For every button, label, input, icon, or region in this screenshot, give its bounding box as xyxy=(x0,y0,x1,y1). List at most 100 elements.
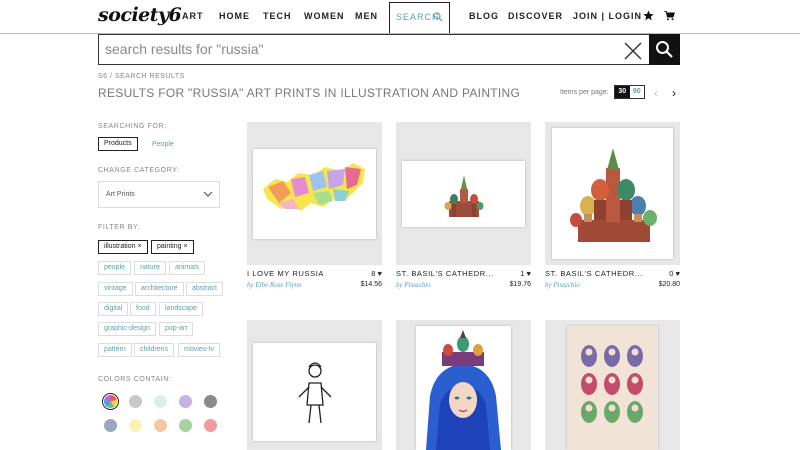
items-per-page-30[interactable]: 30 xyxy=(615,86,630,98)
color-swatch[interactable] xyxy=(101,392,120,411)
nav-tech[interactable]: TECH xyxy=(263,11,292,21)
filter-people[interactable]: people xyxy=(98,261,132,275)
color-swatch[interactable] xyxy=(204,419,217,432)
product-author[interactable]: by Elbe Rose Flynn xyxy=(247,281,302,289)
product-card[interactable] xyxy=(545,320,680,450)
chevron-down-icon xyxy=(203,191,213,197)
filter-food[interactable]: food xyxy=(130,302,156,316)
filter-vintage[interactable]: vintage xyxy=(98,282,133,296)
color-swatch[interactable] xyxy=(179,395,192,408)
nav-men[interactable]: MEN xyxy=(355,11,378,21)
items-per-page-label: Items per page: xyxy=(560,89,609,96)
likes-count: 1 xyxy=(520,269,525,278)
st-basils-cathedral-large xyxy=(570,148,657,242)
category-select-value: Art Prints xyxy=(106,191,135,198)
filter-by-label: FILTER BY: xyxy=(98,224,141,231)
heart-icon: ♥ xyxy=(377,269,382,278)
product-image[interactable] xyxy=(247,320,382,450)
filter-movies-tv[interactable]: movies-tv xyxy=(178,343,220,357)
russia-map-illustration xyxy=(263,163,365,211)
searching-for-people[interactable]: People xyxy=(152,141,174,148)
product-card[interactable]: ST. BASIL'S CATHEDR... 1 ♥ by Pistachio … xyxy=(396,122,531,297)
searching-for-products[interactable]: Products xyxy=(98,137,138,151)
items-per-page-toggle: 30 90 xyxy=(614,85,645,99)
product-author[interactable]: by Pistachio xyxy=(545,281,580,289)
nav-search-tab[interactable]: SEARCH xyxy=(389,2,450,34)
matryoshka-dolls-painting xyxy=(581,345,643,423)
color-swatch[interactable] xyxy=(154,419,167,432)
color-swatch[interactable] xyxy=(104,419,117,432)
product-author[interactable]: by Pistachio xyxy=(396,281,431,289)
stick-figure-drawing xyxy=(298,362,332,424)
product-price: $20.80 xyxy=(658,281,680,288)
color-swatch[interactable] xyxy=(154,395,167,408)
heart-icon: ♥ xyxy=(675,269,680,278)
searching-for-label: SEARCHING FOR: xyxy=(98,123,167,130)
filter-nature[interactable]: nature xyxy=(134,261,166,275)
likes-count: 8 xyxy=(371,269,376,278)
colors-contain-label: COLORS CONTAIN: xyxy=(98,376,172,383)
product-likes[interactable]: 1 ♥ xyxy=(520,269,531,278)
filter-childrens[interactable]: childrens xyxy=(134,343,175,357)
filter-animals[interactable]: animals xyxy=(169,261,206,275)
product-image[interactable] xyxy=(396,320,531,450)
product-title[interactable]: ST. BASIL'S CATHEDR... xyxy=(396,269,494,278)
product-image[interactable] xyxy=(396,122,531,265)
cart-icon[interactable] xyxy=(664,10,675,21)
join-login-link[interactable]: JOIN | LOGIN xyxy=(573,11,642,21)
woman-with-cathedral-crown-painting xyxy=(426,330,501,450)
nav-discover[interactable]: DISCOVER xyxy=(508,11,563,21)
nav-art[interactable]: ART xyxy=(182,11,204,21)
search-input[interactable] xyxy=(105,41,605,57)
star-icon[interactable] xyxy=(643,10,654,21)
clear-search-icon[interactable] xyxy=(623,41,643,61)
product-title[interactable]: ST. BASIL'S CATHEDR... xyxy=(545,269,643,278)
product-card[interactable]: ST. BASIL'S CATHEDR... 0 ♥ by Pistachio … xyxy=(545,122,680,297)
likes-count: 0 xyxy=(669,269,674,278)
color-swatch[interactable] xyxy=(129,419,142,432)
filter-graphic-design[interactable]: graphic-design xyxy=(98,322,156,336)
color-swatch[interactable] xyxy=(179,419,192,432)
filter-architecture[interactable]: architecture xyxy=(135,282,184,296)
search-icon xyxy=(433,12,443,22)
nav-blog[interactable]: BLOG xyxy=(469,11,499,21)
product-card[interactable] xyxy=(247,320,382,450)
product-title[interactable]: I LOVE MY RUSSIA xyxy=(247,269,324,278)
product-image[interactable] xyxy=(247,122,382,265)
nav-women[interactable]: WOMEN xyxy=(304,11,345,21)
society6-logo[interactable]: society6 xyxy=(98,4,182,26)
chevron-left-icon[interactable]: ‹ xyxy=(654,86,658,100)
product-image[interactable] xyxy=(545,122,680,265)
art-print-frame xyxy=(253,343,376,441)
search-icon xyxy=(656,41,673,58)
search-bar xyxy=(98,34,680,65)
active-filter-painting[interactable]: painting × xyxy=(151,240,194,254)
art-print-frame xyxy=(552,128,673,259)
product-image[interactable] xyxy=(545,320,680,450)
filter-abstract[interactable]: abstract xyxy=(186,282,223,296)
filter-pattern[interactable]: pattern xyxy=(98,343,132,357)
filter-digital[interactable]: digital xyxy=(98,302,129,316)
product-likes[interactable]: 0 ♥ xyxy=(669,269,680,278)
filter-pop-art[interactable]: pop-art xyxy=(159,322,194,336)
top-navigation: society6 ART HOME TECH WOMEN MEN SEARCH … xyxy=(0,0,800,34)
product-card[interactable]: I LOVE MY RUSSIA 8 ♥ by Elbe Rose Flynn … xyxy=(247,122,382,297)
change-category-label: CHANGE CATEGORY: xyxy=(98,167,180,174)
color-swatch[interactable] xyxy=(129,395,142,408)
category-select[interactable]: Art Prints xyxy=(98,181,220,208)
product-card[interactable] xyxy=(396,320,531,450)
heart-icon: ♥ xyxy=(526,269,531,278)
product-likes[interactable]: 8 ♥ xyxy=(371,269,382,278)
art-print-frame xyxy=(253,149,376,239)
art-print-frame xyxy=(402,161,525,227)
page-title: RESULTS FOR "RUSSIA" ART PRINTS IN ILLUS… xyxy=(98,86,521,100)
filter-landscape[interactable]: landscape xyxy=(159,302,203,316)
breadcrumb[interactable]: S6 / SEARCH RESULTS xyxy=(98,73,185,80)
active-filter-illustration[interactable]: illustration × xyxy=(98,240,148,254)
nav-home[interactable]: HOME xyxy=(219,11,250,21)
art-print-frame xyxy=(567,326,658,450)
color-swatch[interactable] xyxy=(204,395,217,408)
items-per-page-90[interactable]: 90 xyxy=(630,86,645,98)
chevron-right-icon[interactable]: › xyxy=(672,86,676,100)
search-submit-button[interactable] xyxy=(649,34,680,65)
